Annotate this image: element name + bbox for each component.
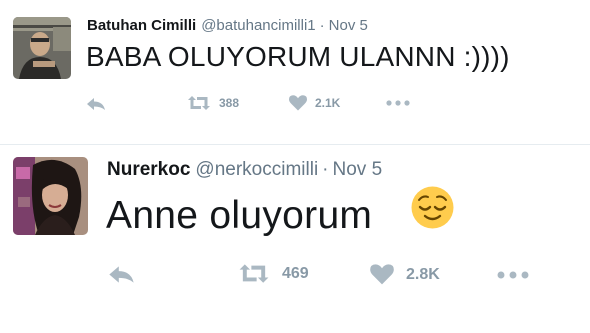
more-button[interactable]: [386, 100, 410, 106]
reply-button[interactable]: [108, 265, 135, 284]
separator-dot: ·: [322, 159, 329, 180]
tweet-header: Nurerkoc @nerkoccimilli · Nov 5: [107, 159, 382, 181]
reply-icon: [109, 266, 134, 283]
like-button[interactable]: 2.1K: [289, 95, 340, 111]
retweet-icon: [239, 264, 269, 283]
tweet[interactable]: Batuhan Cimilli @batuhancimilli1 · Nov 5 BA…: [0, 0, 590, 145]
tweet-header: Batuhan Cimilli @batuhancimilli1 · Nov 5: [87, 17, 368, 34]
author-handle[interactable]: @nerkoccimilli: [195, 159, 318, 180]
tweet-date[interactable]: Nov 5: [329, 17, 368, 34]
author-name[interactable]: Nurerkoc: [107, 159, 190, 180]
reply-icon: [87, 98, 105, 110]
retweet-count: 388: [219, 96, 240, 110]
retweet-count: 469: [282, 264, 309, 282]
avatar[interactable]: [13, 157, 88, 235]
retweet-button[interactable]: 388: [187, 95, 239, 111]
tweet-text: BABA OLUYORUM ULANNN :)))): [86, 41, 510, 72]
separator-dot: ·: [319, 17, 325, 34]
tweet-text: Anne oluyorum: [106, 194, 373, 237]
like-count: 2.8K: [406, 265, 440, 283]
heart-icon: [289, 95, 307, 111]
like-count: 2.1K: [315, 96, 341, 110]
author-handle[interactable]: @batuhancimilli1: [201, 17, 315, 34]
heart-icon: [370, 264, 394, 285]
retweet-button[interactable]: 469: [238, 263, 309, 284]
tweet[interactable]: Nurerkoc @nerkoccimilli · Nov 5 Anne oluyor…: [0, 145, 590, 333]
tweet-actions: 388 2.1K: [0, 95, 590, 115]
relieved-face-emoji: [411, 186, 454, 229]
avatar[interactable]: [13, 17, 71, 79]
like-button[interactable]: 2.8K: [370, 264, 440, 285]
tweet-actions: 469 2.8K: [0, 262, 590, 288]
more-icon: [497, 271, 529, 279]
more-icon: [386, 100, 410, 106]
more-button[interactable]: [497, 271, 529, 279]
author-name[interactable]: Batuhan Cimilli: [87, 17, 196, 34]
tweet-date[interactable]: Nov 5: [333, 159, 383, 180]
reply-button[interactable]: [86, 97, 106, 111]
retweet-icon: [188, 96, 210, 110]
